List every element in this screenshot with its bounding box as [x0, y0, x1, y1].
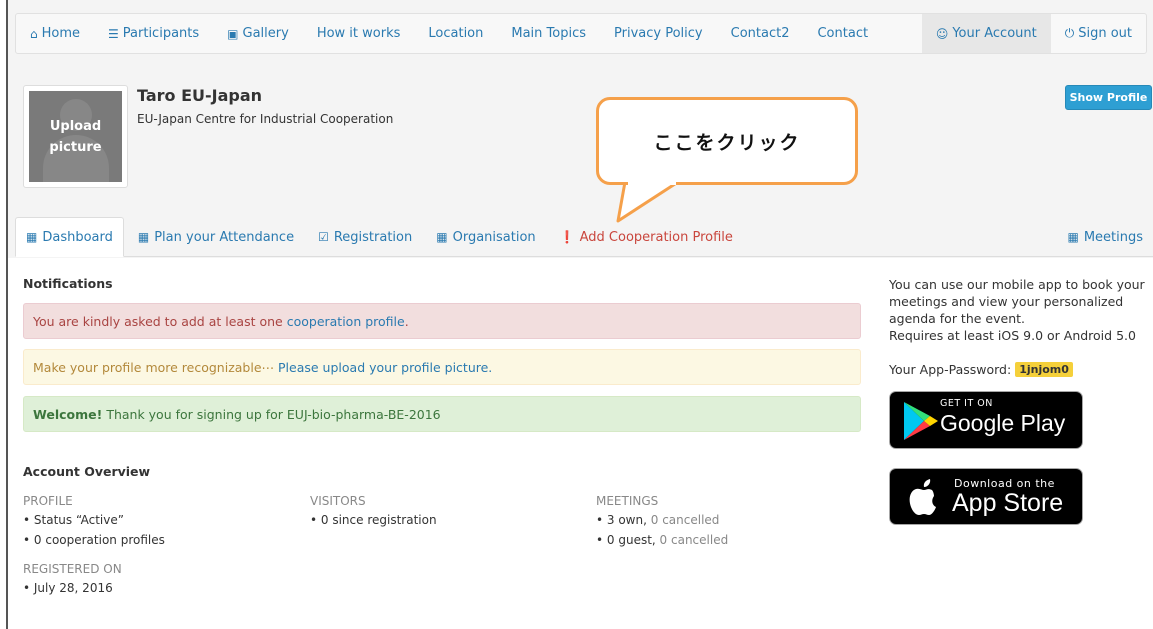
tab-registration-label: Registration	[333, 229, 413, 245]
upload-picture-button[interactable]: Upload picture	[29, 91, 122, 182]
nav-participants[interactable]: ☰ Participants	[94, 14, 213, 53]
nav-gallery[interactable]: ▣ Gallery	[213, 14, 303, 53]
grid-icon: ▦	[137, 230, 150, 244]
nav-contact2[interactable]: Contact2	[717, 14, 804, 53]
nav-sign-out-label: Sign out	[1078, 26, 1132, 41]
tab-organisation-label: Organisation	[452, 229, 536, 245]
nav-how-it-works[interactable]: How it works	[303, 14, 415, 53]
meetings-guest: • 0 guest, 0 cancelled	[596, 533, 728, 547]
upload-picture-label: Upload picture	[49, 118, 102, 155]
nav-gallery-label: Gallery	[242, 26, 289, 41]
nav-contact[interactable]: Contact	[803, 14, 882, 53]
tab-organisation[interactable]: ▦ Organisation	[426, 218, 545, 256]
nav-home-label: Home	[41, 26, 81, 41]
tab-plan-attendance[interactable]: ▦ Plan your Attendance	[128, 218, 304, 256]
alert-cooperation-profile: You are kindly asked to add at least one…	[23, 303, 861, 339]
mobile-app-description: You can use our mobile app to book your …	[889, 277, 1145, 326]
tab-add-cooperation-profile[interactable]: ❗ Add Cooperation Profile	[550, 218, 743, 256]
show-profile-button[interactable]: Show Profile	[1065, 85, 1152, 110]
alert-success-text: Thank you for signing up for EUJ-bio-pha…	[106, 406, 441, 422]
profile-status: • Status “Active”	[23, 513, 124, 527]
nav-sign-out[interactable]: ⏻ Sign out	[1051, 14, 1146, 53]
grid-icon: ▦	[26, 230, 38, 244]
account-overview-title: Account Overview	[23, 464, 151, 479]
nav-your-account[interactable]: ☺ Your Account	[921, 14, 1051, 53]
app-password: Your App-Password: 1jnjom0	[889, 362, 1073, 377]
nav-right-group: ☺ Your Account ⏻ Sign out	[921, 14, 1146, 53]
home-icon: ⌂	[30, 26, 38, 41]
meetings-guest-cancelled: 0 cancelled	[659, 533, 729, 547]
checkbox-icon: ☑	[318, 230, 329, 244]
mobile-app-info: You can use our mobile app to book your …	[889, 276, 1149, 344]
profile-heading: PROFILE	[23, 494, 73, 508]
dashboard-tabs: ▦ Dashboard ▦ Plan your Attendance ☑ Reg…	[15, 217, 1153, 257]
visitors-count: • 0 since registration	[310, 513, 437, 527]
alert-danger-end: .	[404, 313, 409, 329]
nav-your-account-label: Your Account	[952, 26, 1037, 41]
calendar-icon: ▦	[1067, 230, 1079, 244]
nav-home[interactable]: ⌂ Home	[16, 14, 94, 53]
visitors-heading: VISITORS	[310, 494, 366, 508]
nav-participants-label: Participants	[122, 26, 200, 41]
profile-organisation: EU-Japan Centre for Industrial Cooperati…	[137, 112, 394, 126]
meetings-own-cancelled: 0 cancelled	[650, 513, 720, 527]
meetings-own: • 3 own, 0 cancelled	[596, 513, 719, 527]
alert-danger-text: You are kindly asked to add at least one	[33, 313, 283, 329]
tab-registration[interactable]: ☑ Registration	[308, 218, 422, 256]
registered-date: • July 28, 2016	[23, 581, 113, 595]
power-icon: ⏻	[1064, 26, 1075, 40]
google-play-button[interactable]: GET IT ON Google Play	[889, 391, 1083, 449]
tab-dashboard-label: Dashboard	[42, 229, 113, 245]
building-icon: ▦	[436, 230, 448, 244]
user-icon: ☺	[935, 26, 949, 41]
nav-privacy-policy[interactable]: Privacy Policy	[600, 14, 717, 53]
profile-coop-count: • 0 cooperation profiles	[23, 533, 165, 547]
tab-meetings[interactable]: ▦ Meetings	[1057, 218, 1153, 256]
list-icon: ☰	[108, 26, 119, 41]
registered-heading: REGISTERED ON	[23, 562, 122, 576]
top-navbar: ⌂ Home ☰ Participants ▣ Gallery How it w…	[15, 13, 1147, 54]
tab-meetings-label: Meetings	[1083, 229, 1143, 245]
exclamation-circle-icon: ❗	[559, 230, 575, 244]
app-password-label: Your App-Password:	[889, 362, 1012, 377]
meetings-own-count: • 3 own,	[596, 513, 647, 527]
app-store-big-text: App Store	[952, 489, 1064, 517]
alert-welcome: Welcome! Thank you for signing up for EU…	[23, 396, 861, 432]
google-play-small-text: GET IT ON	[940, 398, 993, 409]
alert-warning-text: Make your profile more recognizable⋯	[33, 359, 275, 375]
tab-plan-label: Plan your Attendance	[154, 229, 295, 245]
meetings-guest-count: • 0 guest,	[596, 533, 656, 547]
alert-profile-picture: Make your profile more recognizable⋯ Ple…	[23, 349, 861, 385]
nav-main-topics[interactable]: Main Topics	[497, 14, 600, 53]
cooperation-profile-link[interactable]: cooperation profile	[287, 314, 405, 329]
mobile-app-requirements: Requires at least iOS 9.0 or Android 5.0	[889, 328, 1136, 343]
apple-icon	[909, 479, 936, 515]
app-store-button[interactable]: Download on the App Store	[889, 468, 1083, 525]
meetings-heading: MEETINGS	[596, 494, 659, 508]
upload-picture-link[interactable]: Please upload your profile picture.	[278, 360, 492, 375]
nav-location[interactable]: Location	[414, 14, 497, 53]
alert-success-bold: Welcome!	[33, 406, 103, 422]
callout-bubble: ここをクリック	[596, 97, 858, 185]
notifications-title: Notifications	[23, 276, 113, 291]
tab-dashboard[interactable]: ▦ Dashboard	[15, 217, 124, 257]
picture-icon: ▣	[227, 26, 239, 41]
profile-name: Taro EU-Japan	[137, 86, 263, 105]
google-play-big-text: Google Play	[940, 410, 1066, 436]
app-password-badge: 1jnjom0	[1015, 362, 1073, 377]
google-play-icon	[904, 402, 938, 440]
avatar[interactable]: Upload picture	[23, 85, 128, 188]
tab-add-coop-label: Add Cooperation Profile	[579, 229, 733, 245]
